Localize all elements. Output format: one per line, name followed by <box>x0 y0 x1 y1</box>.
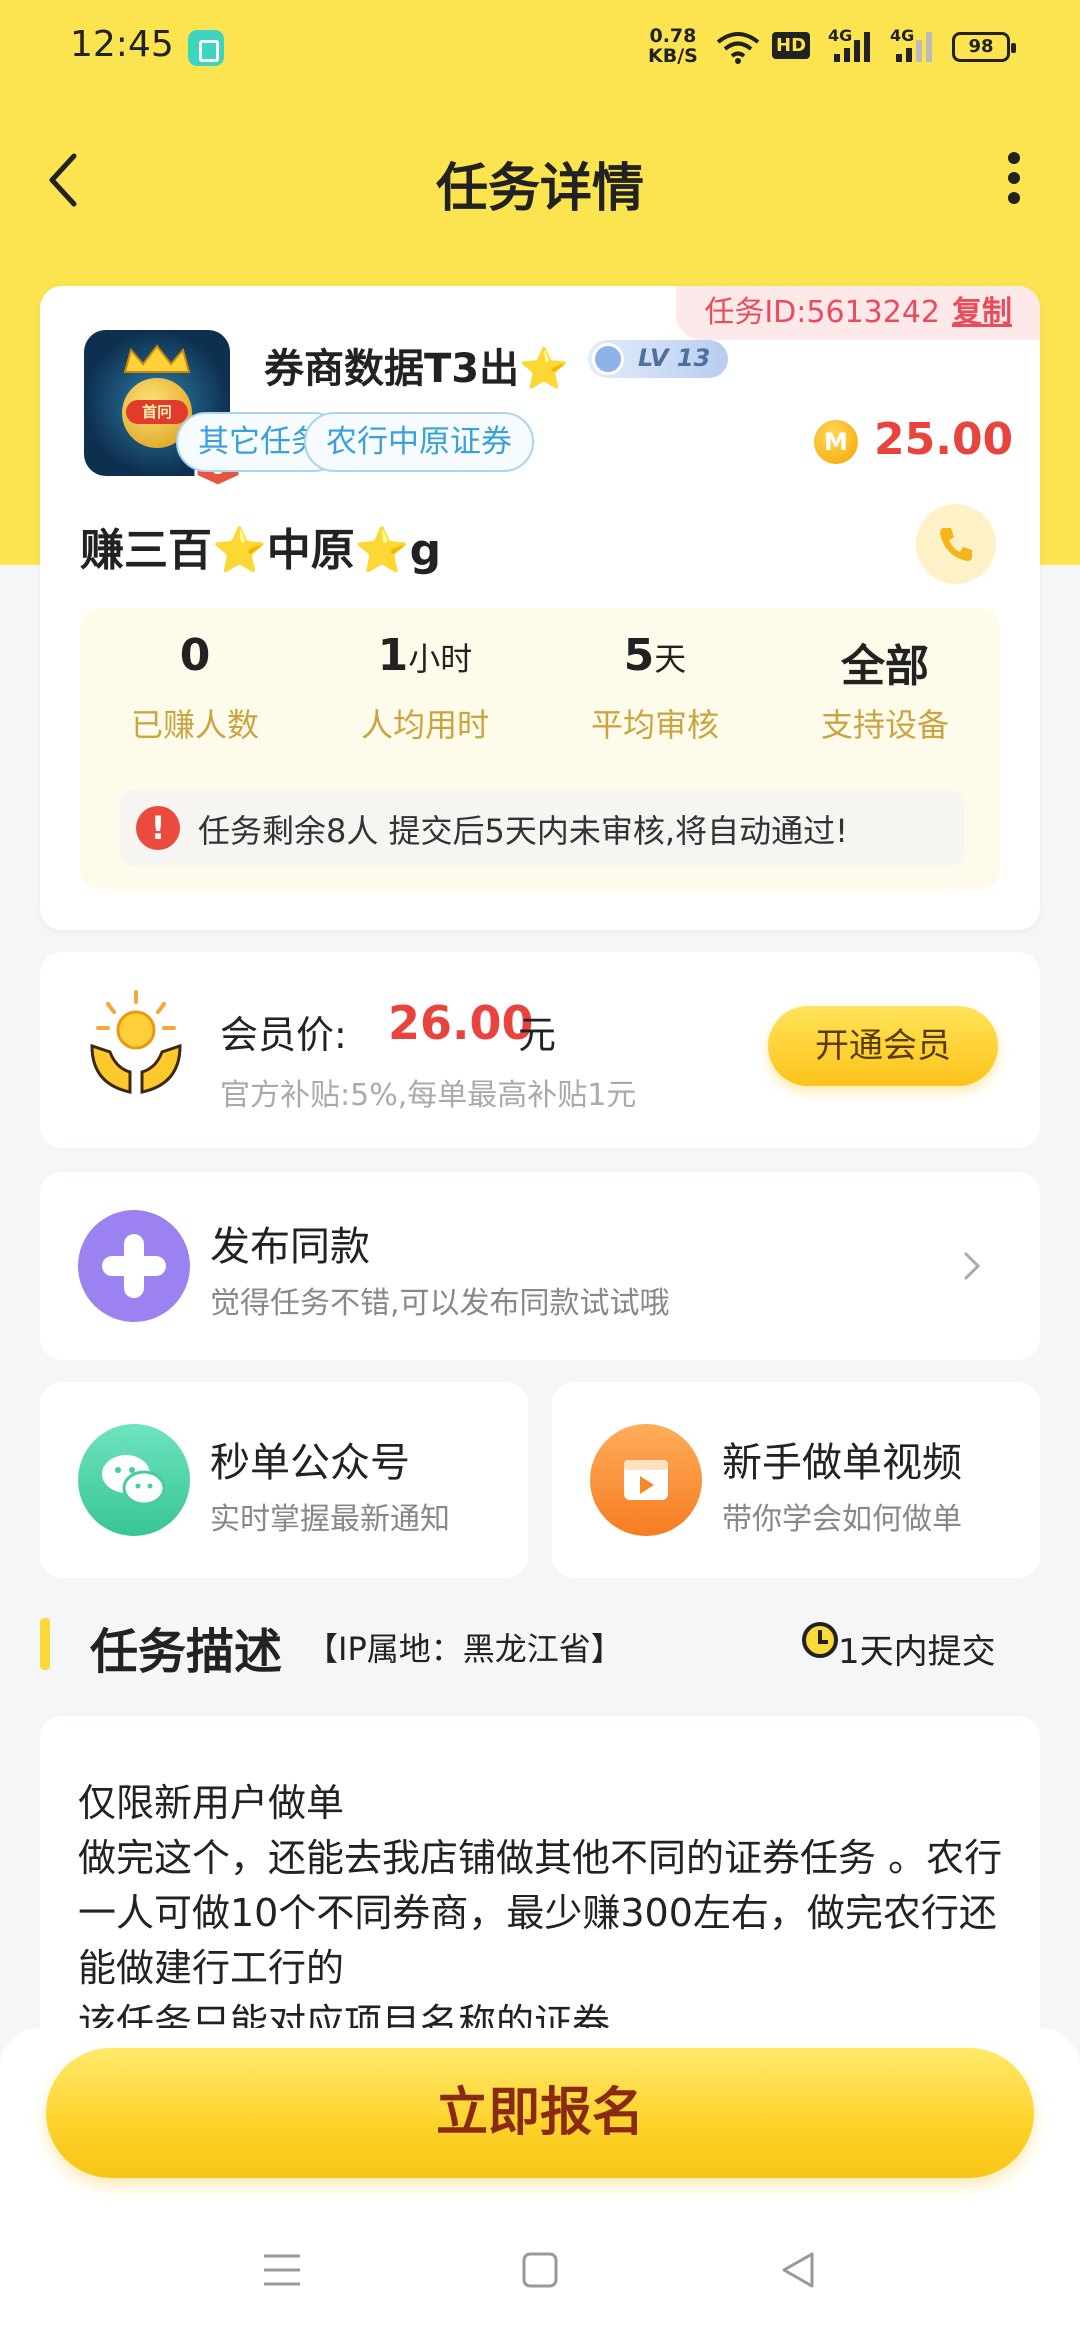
submit-deadline: 1天内提交 <box>838 1632 996 1672</box>
battery-icon: 98 <box>952 32 1016 62</box>
stat-unit: 天 <box>654 640 687 678</box>
network-speed: 0.78 KB/S <box>648 26 698 66</box>
member-subsidy-text: 官方补贴:5%,每单最高补贴1元 <box>220 1078 637 1113</box>
task-subtitle: 赚三百⭐中原⭐g <box>80 525 442 576</box>
stat-label: 已赚人数 <box>130 706 259 744</box>
clock-icon <box>802 1622 838 1658</box>
menu-nav-icon[interactable] <box>262 2252 302 2288</box>
stat-unit: 小时 <box>408 640 473 678</box>
more-vertical-icon[interactable] <box>1004 152 1024 212</box>
network-speed-value: 0.78 <box>649 25 697 47</box>
task-notice: ! 任务剩余8人 提交后5天内未审核,将自动通过! <box>120 790 964 866</box>
description-line: 仅限新用户做单 <box>78 1781 345 1825</box>
open-membership-button[interactable]: 开通会员 <box>768 1006 998 1086</box>
member-price-value: 26.00 <box>388 996 534 1050</box>
phone-icon <box>940 528 972 561</box>
description-text: 仅限新用户做单 做完这个，还能去我店铺做其他不同的证券任务 。农行一人可做10个… <box>78 1776 1008 2051</box>
page-title: 任务详情 <box>435 159 644 219</box>
back-nav-icon[interactable] <box>780 2252 816 2288</box>
wechat-title: 秒单公众号 <box>210 1440 410 1486</box>
task-reward-price: 25.00 <box>874 414 1014 465</box>
home-nav-icon[interactable] <box>522 2252 558 2288</box>
newbie-video-card[interactable]: 新手做单视频 带你学会如何做单 <box>552 1382 1040 1578</box>
task-name: 券商数据T3出⭐ <box>264 346 569 392</box>
description-line: 做完这个，还能去我店铺做其他不同的证券任务 。农行一人可做10个不同券商，最少赚… <box>78 1836 1003 1990</box>
task-stats-panel: 0 已赚人数 1小时 人均用时 5天 平均审核 全部 支持设备 ! 任务剩余8人… <box>80 608 1000 890</box>
wechat-account-card[interactable]: 秒单公众号 实时掌握最新通知 <box>40 1382 528 1578</box>
stat-value: 5 <box>623 630 655 681</box>
network-speed-unit: KB/S <box>648 45 698 67</box>
stat-devices: 全部 支持设备 <box>770 630 1000 746</box>
crown-icon <box>123 344 191 373</box>
status-bar: 12:45 0.78 KB/S HD 4G 4G 98 <box>0 0 1080 96</box>
wechat-subtitle: 实时掌握最新通知 <box>210 1502 450 1537</box>
section-marker <box>40 1618 50 1670</box>
description-title: 任务描述 <box>90 1624 283 1680</box>
stat-earned-count: 0 已赚人数 <box>80 630 310 746</box>
stat-value: 全部 <box>841 641 929 692</box>
wifi-icon <box>716 32 760 64</box>
signal-icon-2: 4G <box>890 26 934 68</box>
phone-button[interactable] <box>916 504 996 584</box>
warning-icon: ! <box>136 806 180 850</box>
signal-icon-1: 4G <box>828 26 872 68</box>
notice-text: 任务剩余8人 提交后5天内未审核,将自动通过! <box>198 812 848 850</box>
app-notification-icon <box>188 30 224 66</box>
member-price-label: 会员价: <box>220 1013 347 1057</box>
stat-value: 0 <box>179 630 211 681</box>
copy-id-button[interactable]: 复制 <box>952 295 1012 330</box>
publish-subtitle: 觉得任务不错,可以发布同款试试哦 <box>210 1286 670 1321</box>
stat-avg-time: 1小时 人均用时 <box>310 630 540 746</box>
medal-icon <box>592 343 624 375</box>
stat-avg-review: 5天 平均审核 <box>540 630 770 746</box>
stat-label: 平均审核 <box>590 706 719 744</box>
wechat-icon <box>78 1424 190 1536</box>
level-text: LV 13 <box>638 344 711 372</box>
stat-value: 1 <box>377 630 409 681</box>
signal-label-1: 4G <box>828 26 853 45</box>
member-price-unit: 元 <box>518 1013 557 1057</box>
video-title: 新手做单视频 <box>722 1440 962 1486</box>
coin-hands-icon <box>90 990 182 1094</box>
member-price-card: 会员价: 26.00 元 官方补贴:5%,每单最高补贴1元 开通会员 <box>40 952 1040 1148</box>
stat-label: 人均用时 <box>360 706 489 744</box>
coin-icon: M <box>814 420 858 464</box>
publish-same-card[interactable]: 发布同款 觉得任务不错,可以发布同款试试哦 <box>40 1172 1040 1360</box>
plus-icon <box>78 1210 190 1322</box>
signup-button[interactable]: 立即报名 <box>46 2048 1034 2178</box>
tag-broker[interactable]: 农行中原证券 <box>304 412 534 472</box>
task-id-badge: 任务ID:5613242 复制 <box>676 286 1040 340</box>
stat-label: 支持设备 <box>820 706 949 744</box>
video-icon <box>590 1424 702 1536</box>
chevron-right-icon <box>964 1252 981 1280</box>
task-summary-card: 任务ID:5613242复制 首冋 5 券商数据T3出⭐ LV 13 其它任务 … <box>40 286 1040 930</box>
status-time: 12:45 <box>70 24 174 65</box>
hd-voice-badge: HD <box>772 32 811 59</box>
task-id-text: 任务ID:5613242 <box>704 295 940 330</box>
ip-location: 【IP属地：黑龙江省】 <box>306 1630 623 1668</box>
avatar-tag: 首冋 <box>126 400 188 424</box>
video-subtitle: 带你学会如何做单 <box>722 1502 962 1537</box>
level-badge: LV 13 <box>588 340 728 378</box>
publish-title: 发布同款 <box>210 1224 370 1270</box>
signal-label-2: 4G <box>890 26 915 45</box>
